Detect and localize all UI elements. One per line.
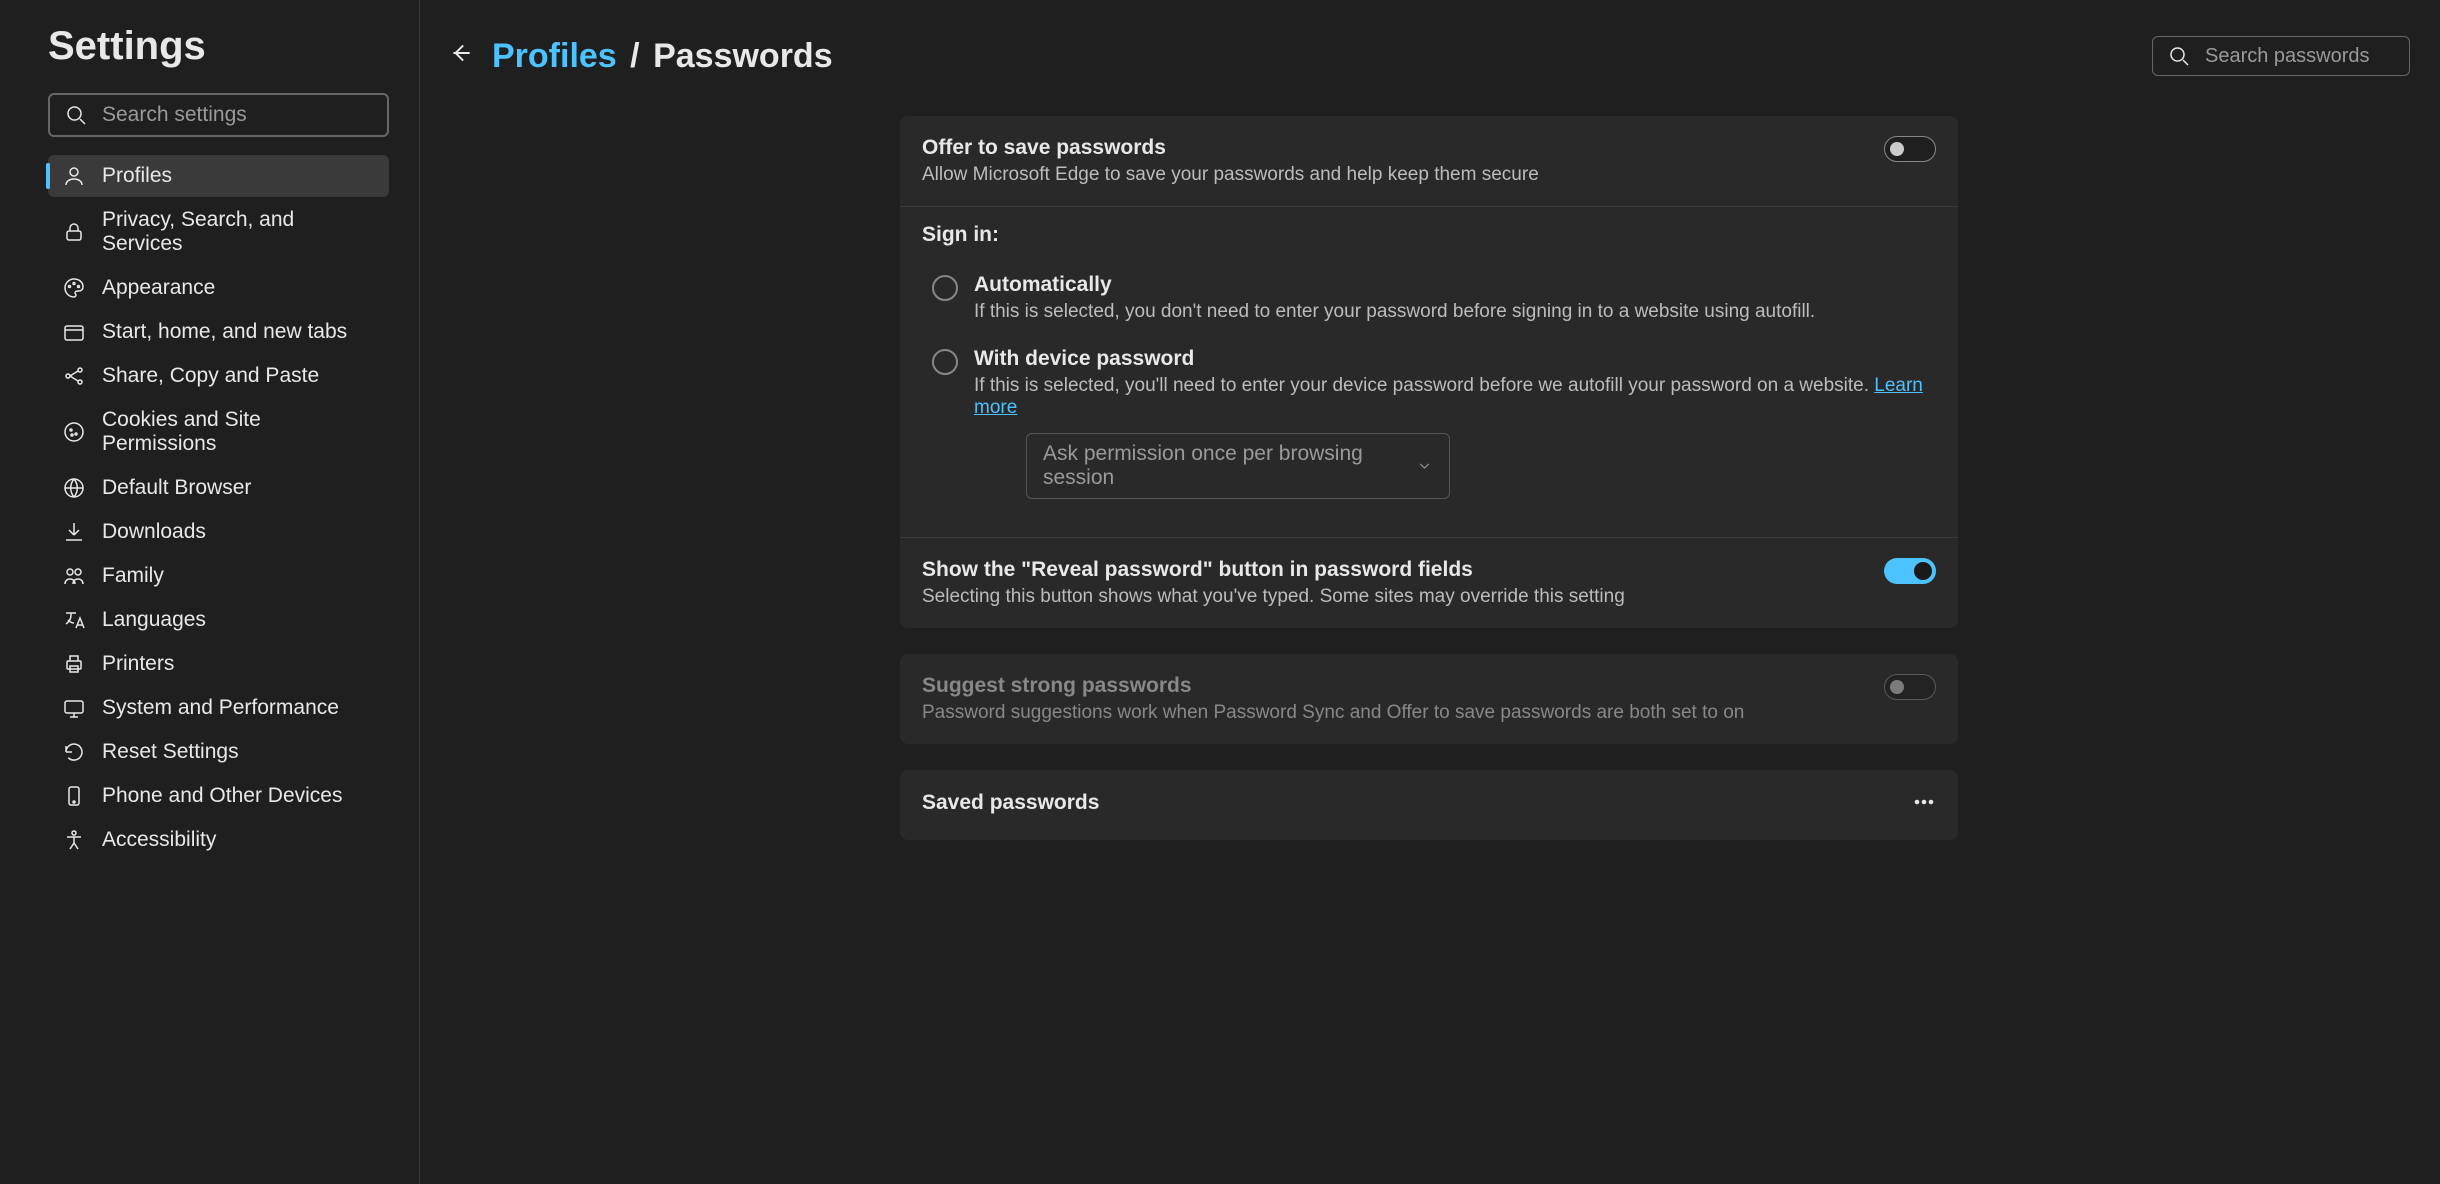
radio-auto-desc: If this is selected, you don't need to e… (974, 301, 1815, 323)
suggest-toggle (1884, 674, 1936, 700)
search-icon (2167, 44, 2191, 68)
nav-label: System and Performance (102, 696, 339, 720)
nav-profiles[interactable]: Profiles (48, 155, 389, 197)
breadcrumb-separator: / (630, 37, 639, 75)
nav-share[interactable]: Share, Copy and Paste (48, 355, 389, 397)
main-content: Profiles / Passwords Offer to save passw… (420, 0, 2440, 1184)
reveal-toggle[interactable] (1884, 558, 1936, 584)
suggest-title: Suggest strong passwords (922, 674, 1864, 698)
offer-save-desc: Allow Microsoft Edge to save your passwo… (922, 164, 1864, 186)
dropdown-value: Ask permission once per browsing session (1043, 442, 1416, 490)
nav-privacy[interactable]: Privacy, Search, and Services (48, 199, 389, 265)
radio-device-label: With device password (974, 347, 1936, 371)
offer-save-toggle[interactable] (1884, 136, 1936, 162)
nav-label: Phone and Other Devices (102, 784, 342, 808)
sidebar: Settings Profiles Privacy, Search, and S… (0, 0, 420, 1184)
nav-default-browser[interactable]: Default Browser (48, 467, 389, 509)
nav-label: Start, home, and new tabs (102, 320, 347, 344)
palette-icon (62, 276, 86, 300)
saved-passwords-title: Saved passwords (922, 791, 1099, 815)
radio-device-password[interactable]: With device password If this is selected… (922, 339, 1936, 515)
radio-automatically[interactable]: Automatically If this is selected, you d… (922, 265, 1936, 339)
languages-icon (62, 608, 86, 632)
nav-reset[interactable]: Reset Settings (48, 731, 389, 773)
radio-device-desc: If this is selected, you'll need to ente… (974, 375, 1936, 419)
chevron-down-icon (1416, 457, 1433, 475)
nav-label: Accessibility (102, 828, 216, 852)
nav-appearance[interactable]: Appearance (48, 267, 389, 309)
breadcrumb-current: Passwords (653, 37, 833, 75)
nav-system[interactable]: System and Performance (48, 687, 389, 729)
permission-frequency-dropdown[interactable]: Ask permission once per browsing session (1026, 433, 1450, 499)
nav-label: Privacy, Search, and Services (102, 208, 375, 256)
offer-save-title: Offer to save passwords (922, 136, 1864, 160)
lock-icon (62, 220, 86, 244)
search-settings-input[interactable] (102, 103, 373, 127)
app-title: Settings (48, 24, 389, 69)
back-button[interactable] (448, 40, 474, 72)
radio-auto-label: Automatically (974, 273, 1815, 297)
nav-label: Downloads (102, 520, 206, 544)
nav-label: Profiles (102, 164, 172, 188)
search-passwords-input[interactable] (2205, 45, 2440, 68)
reveal-desc: Selecting this button shows what you've … (922, 586, 1864, 608)
profile-icon (62, 164, 86, 188)
nav-label: Family (102, 564, 164, 588)
nav-downloads[interactable]: Downloads (48, 511, 389, 553)
nav-label: Default Browser (102, 476, 251, 500)
cookie-icon (62, 420, 86, 444)
nav-cookies[interactable]: Cookies and Site Permissions (48, 399, 389, 465)
nav-label: Cookies and Site Permissions (102, 408, 375, 456)
accessibility-icon (62, 828, 86, 852)
suggest-desc: Password suggestions work when Password … (922, 702, 1864, 724)
share-icon (62, 364, 86, 388)
system-icon (62, 696, 86, 720)
reset-icon (62, 740, 86, 764)
offer-save-card: Offer to save passwords Allow Microsoft … (900, 116, 1958, 628)
nav-label: Appearance (102, 276, 215, 300)
breadcrumb: Profiles / Passwords (492, 37, 2134, 76)
saved-passwords-card: Saved passwords (900, 770, 1958, 840)
phone-icon (62, 784, 86, 808)
signin-section: Sign in: Automatically If this is select… (900, 206, 1958, 537)
family-icon (62, 564, 86, 588)
search-passwords-box[interactable] (2152, 36, 2410, 76)
nav-label: Languages (102, 608, 206, 632)
breadcrumb-profiles-link[interactable]: Profiles (492, 37, 617, 75)
settings-nav: Profiles Privacy, Search, and Services A… (48, 155, 389, 861)
nav-label: Share, Copy and Paste (102, 364, 319, 388)
more-actions-button[interactable] (1912, 790, 1936, 820)
browser-icon (62, 476, 86, 500)
suggest-card: Suggest strong passwords Password sugges… (900, 654, 1958, 744)
nav-label: Printers (102, 652, 174, 676)
nav-family[interactable]: Family (48, 555, 389, 597)
printer-icon (62, 652, 86, 676)
radio-button[interactable] (932, 349, 958, 375)
search-icon (64, 103, 88, 127)
signin-heading: Sign in: (922, 223, 1936, 247)
nav-start[interactable]: Start, home, and new tabs (48, 311, 389, 353)
search-settings-box[interactable] (48, 93, 389, 137)
nav-phone[interactable]: Phone and Other Devices (48, 775, 389, 817)
download-icon (62, 520, 86, 544)
nav-languages[interactable]: Languages (48, 599, 389, 641)
nav-label: Reset Settings (102, 740, 239, 764)
tabs-icon (62, 320, 86, 344)
radio-button[interactable] (932, 275, 958, 301)
nav-accessibility[interactable]: Accessibility (48, 819, 389, 861)
header-row: Profiles / Passwords (448, 36, 2410, 76)
nav-printers[interactable]: Printers (48, 643, 389, 685)
reveal-title: Show the "Reveal password" button in pas… (922, 558, 1864, 582)
